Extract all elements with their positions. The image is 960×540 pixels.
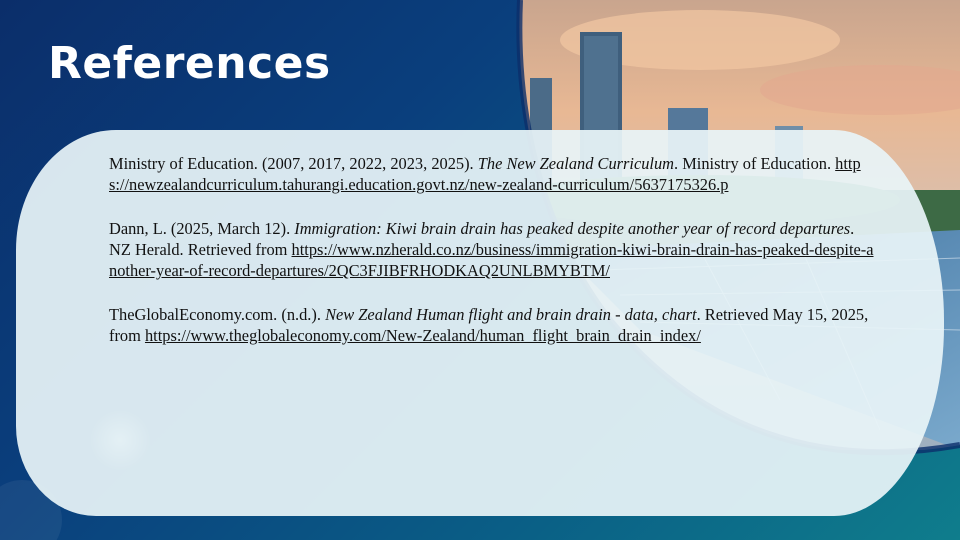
reference-link[interactable]: https://www.theglobaleconomy.com/New-Zea… <box>145 326 701 345</box>
reference-item: Dann, L. (2025, March 12). Immigration: … <box>109 218 879 281</box>
reference-title: The New Zealand Curriculum <box>477 154 675 173</box>
reference-title: Immigration: Kiwi brain drain has peaked… <box>294 219 851 238</box>
reference-lead: Ministry of Education. (2007, 2017, 2022… <box>109 154 478 173</box>
reference-title: New Zealand Human flight and brain drain… <box>325 305 697 324</box>
reference-lead: TheGlobalEconomy.com. (n.d.). <box>109 305 326 324</box>
slide: References Ministry of Education. (2007,… <box>0 0 960 540</box>
reference-lead: Dann, L. (2025, March 12). <box>109 219 295 238</box>
reference-item: TheGlobalEconomy.com. (n.d.). New Zealan… <box>109 304 879 346</box>
reference-tail: . Ministry of Education. <box>674 154 836 173</box>
reference-list: Ministry of Education. (2007, 2017, 2022… <box>109 153 879 369</box>
reference-item: Ministry of Education. (2007, 2017, 2022… <box>109 153 879 195</box>
page-title: References <box>48 38 331 89</box>
